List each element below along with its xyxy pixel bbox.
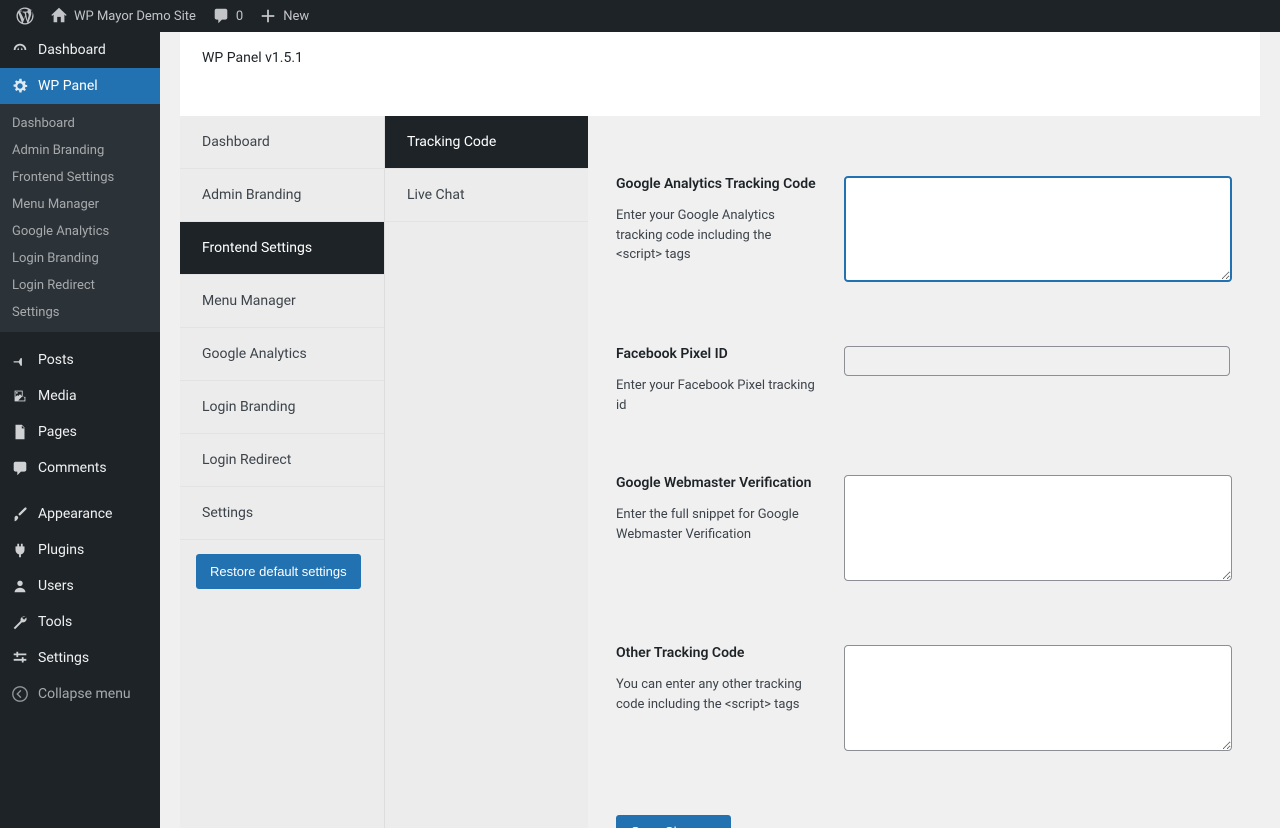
field-desc: Enter your Facebook Pixel tracking id <box>616 376 816 415</box>
sidebar-item-appearance[interactable]: Appearance <box>0 496 160 532</box>
page-icon <box>10 422 30 442</box>
sidebar-item-settings[interactable]: Settings <box>0 640 160 676</box>
field-google-webmaster: Google Webmaster Verification Enter the … <box>616 475 1232 585</box>
home-icon <box>50 7 68 25</box>
sidebar-submenu-wp-panel: Dashboard Admin Branding Frontend Settin… <box>0 104 160 332</box>
subtab-tracking-code[interactable]: Tracking Code <box>385 116 588 169</box>
collapse-menu-button[interactable]: Collapse menu <box>0 676 160 712</box>
sidebar-item-tools[interactable]: Tools <box>0 604 160 640</box>
sidebar-subitem[interactable]: Menu Manager <box>0 191 160 218</box>
sliders-icon <box>10 648 30 668</box>
secondary-tabs: Tracking Code Live Chat <box>384 116 588 828</box>
field-desc: Enter the full snippet for Google Webmas… <box>616 505 816 544</box>
comments-count: 0 <box>236 9 243 24</box>
new-content-link[interactable]: New <box>251 0 317 32</box>
user-icon <box>10 576 30 596</box>
content-area: WP Panel v1.5.1 Dashboard Admin Branding… <box>160 32 1280 828</box>
other-tracking-input[interactable] <box>844 645 1232 751</box>
sidebar-subitem[interactable]: Dashboard <box>0 110 160 137</box>
wrench-icon <box>10 612 30 632</box>
sidebar-item-pages[interactable]: Pages <box>0 414 160 450</box>
gear-icon <box>10 76 30 96</box>
admin-toolbar: WP Mayor Demo Site 0 New <box>0 0 1280 32</box>
field-other-tracking: Other Tracking Code You can enter any ot… <box>616 645 1232 755</box>
tab-google-analytics[interactable]: Google Analytics <box>180 328 384 381</box>
field-fb-pixel: Facebook Pixel ID Enter your Facebook Pi… <box>616 346 1232 415</box>
sidebar-item-posts[interactable]: Posts <box>0 342 160 378</box>
restore-defaults-button[interactable]: Restore default settings <box>196 554 361 589</box>
plus-icon <box>259 7 277 25</box>
new-label: New <box>283 9 309 24</box>
admin-sidebar: Dashboard WP Panel Dashboard Admin Brand… <box>0 32 160 828</box>
sidebar-subitem[interactable]: Login Redirect <box>0 272 160 299</box>
comment-icon <box>10 458 30 478</box>
sidebar-subitem[interactable]: Login Branding <box>0 245 160 272</box>
tab-login-redirect[interactable]: Login Redirect <box>180 434 384 487</box>
primary-tabs: Dashboard Admin Branding Frontend Settin… <box>180 116 384 828</box>
field-label: Facebook Pixel ID <box>616 346 816 362</box>
pin-icon <box>10 350 30 370</box>
sidebar-item-comments[interactable]: Comments <box>0 450 160 486</box>
field-desc: You can enter any other tracking code in… <box>616 675 816 714</box>
wordpress-icon <box>16 7 34 25</box>
settings-nav: Dashboard Admin Branding Frontend Settin… <box>180 116 588 828</box>
ga-tracking-input[interactable] <box>844 176 1232 282</box>
page-title: WP Panel v1.5.1 <box>202 50 1238 66</box>
dashboard-icon <box>10 40 30 60</box>
collapse-icon <box>10 684 30 704</box>
sidebar-subitem[interactable]: Settings <box>0 299 160 326</box>
settings-form: Google Analytics Tracking Code Enter you… <box>588 116 1260 828</box>
page-header-panel: WP Panel v1.5.1 <box>180 32 1260 116</box>
site-name-link[interactable]: WP Mayor Demo Site <box>42 0 204 32</box>
comments-link[interactable]: 0 <box>204 0 251 32</box>
field-label: Google Webmaster Verification <box>616 475 816 491</box>
tab-login-branding[interactable]: Login Branding <box>180 381 384 434</box>
tab-admin-branding[interactable]: Admin Branding <box>180 169 384 222</box>
sidebar-subitem[interactable]: Google Analytics <box>0 218 160 245</box>
sidebar-item-wp-panel[interactable]: WP Panel <box>0 68 160 104</box>
sidebar-item-plugins[interactable]: Plugins <box>0 532 160 568</box>
site-name: WP Mayor Demo Site <box>74 9 196 24</box>
comment-icon <box>212 7 230 25</box>
sidebar-item-users[interactable]: Users <box>0 568 160 604</box>
sidebar-subitem[interactable]: Frontend Settings <box>0 164 160 191</box>
field-ga-tracking: Google Analytics Tracking Code Enter you… <box>616 176 1232 286</box>
google-webmaster-input[interactable] <box>844 475 1232 581</box>
fb-pixel-input[interactable] <box>844 346 1230 376</box>
tab-menu-manager[interactable]: Menu Manager <box>180 275 384 328</box>
tab-settings[interactable]: Settings <box>180 487 384 540</box>
tab-frontend-settings[interactable]: Frontend Settings <box>180 222 384 275</box>
wp-logo-menu[interactable] <box>8 0 42 32</box>
field-label: Other Tracking Code <box>616 645 816 661</box>
sidebar-item-media[interactable]: Media <box>0 378 160 414</box>
field-label: Google Analytics Tracking Code <box>616 176 816 192</box>
sidebar-item-dashboard[interactable]: Dashboard <box>0 32 160 68</box>
save-changes-button[interactable]: Save Changes <box>616 815 731 828</box>
sidebar-subitem[interactable]: Admin Branding <box>0 137 160 164</box>
plug-icon <box>10 540 30 560</box>
field-desc: Enter your Google Analytics tracking cod… <box>616 206 816 265</box>
tab-dashboard[interactable]: Dashboard <box>180 116 384 169</box>
brush-icon <box>10 504 30 524</box>
media-icon <box>10 386 30 406</box>
subtab-live-chat[interactable]: Live Chat <box>385 169 588 222</box>
